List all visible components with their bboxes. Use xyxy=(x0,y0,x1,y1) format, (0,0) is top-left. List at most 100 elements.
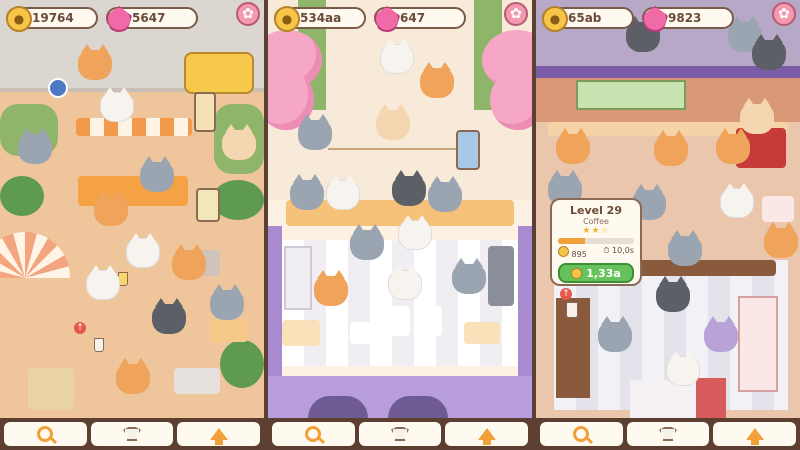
outfit-button[interactable] xyxy=(626,422,710,446)
explore-button[interactable] xyxy=(272,422,355,446)
coin-counter: ● 19764 xyxy=(6,6,98,32)
upgrade-popup: Level 29 Coffee ★★☆ 895 ⏱ 10,0s 1,33a xyxy=(550,198,642,286)
cat-customer[interactable] xyxy=(222,124,256,160)
cat-customer[interactable] xyxy=(78,44,112,80)
cat-customer[interactable] xyxy=(392,170,426,206)
hotdog-tray xyxy=(464,322,500,344)
upgrade-arrow-icon[interactable]: ↑ xyxy=(560,288,572,300)
outfit-button[interactable] xyxy=(358,422,442,446)
gem-icon xyxy=(106,6,132,32)
coin-icon: ● xyxy=(542,6,568,32)
window xyxy=(576,80,686,110)
display-case[interactable] xyxy=(738,296,778,392)
bush xyxy=(0,176,44,216)
cat-worker[interactable] xyxy=(388,265,422,300)
gem-value: 5647 xyxy=(132,11,166,25)
cat-customer[interactable] xyxy=(428,176,462,212)
cat-worker[interactable] xyxy=(152,298,186,334)
cat-customer[interactable] xyxy=(18,128,52,164)
gem-counter: 647 xyxy=(374,6,466,32)
cat-customer[interactable] xyxy=(210,284,244,320)
cat-customer[interactable] xyxy=(556,128,590,164)
upgrade-arrow-icon[interactable]: ↑ xyxy=(74,322,86,334)
cat-customer[interactable] xyxy=(376,104,410,140)
cat-worker[interactable] xyxy=(350,224,384,260)
explore-button[interactable] xyxy=(4,422,87,446)
popup-level: Level 29 xyxy=(569,204,622,217)
shirt-icon xyxy=(659,427,677,441)
cat-worker[interactable] xyxy=(598,316,632,352)
coin-value: 19764 xyxy=(32,11,74,25)
cat-worker[interactable] xyxy=(452,258,486,294)
fridge[interactable] xyxy=(284,246,312,310)
shirt-icon xyxy=(123,427,141,441)
awning-arch xyxy=(308,396,368,418)
gem-value: 9823 xyxy=(668,11,702,25)
gear-icon[interactable]: ✿ xyxy=(772,2,796,26)
cat-worker[interactable] xyxy=(668,230,702,266)
level-progress-bar xyxy=(558,238,634,244)
cat-customer[interactable] xyxy=(654,130,688,166)
rating-stars: ★★☆ xyxy=(582,226,610,236)
cat-customer[interactable] xyxy=(100,87,134,122)
upgrade-button[interactable] xyxy=(713,422,797,446)
top-hud: ● 19764 5647 xyxy=(6,6,258,32)
cat-worker[interactable] xyxy=(314,270,348,306)
upgrade-arrow-icon xyxy=(477,428,496,445)
cat-customer[interactable] xyxy=(298,114,332,150)
drink-tray xyxy=(350,322,380,344)
cat-worker[interactable] xyxy=(704,316,738,352)
cat-customer[interactable] xyxy=(716,128,750,164)
shirt-icon xyxy=(391,427,409,441)
coin-icon: ● xyxy=(274,6,300,32)
stat-earnings: 895 xyxy=(558,246,587,259)
scene-blossom-cafe: ● 534aa 647 ✿ xyxy=(268,0,532,450)
drink-cup xyxy=(94,338,104,352)
gear-icon[interactable]: ✿ xyxy=(236,2,260,26)
cat-customer[interactable] xyxy=(126,233,160,268)
register[interactable] xyxy=(696,378,726,418)
explore-button[interactable] xyxy=(540,422,623,446)
coin-counter: ● 65ab xyxy=(542,6,634,32)
cat-worker[interactable] xyxy=(94,190,128,226)
stat-earnings-value: 895 xyxy=(571,250,587,259)
gem-counter: 9823 xyxy=(642,6,734,32)
bread-crate xyxy=(28,368,74,410)
cat-customer[interactable] xyxy=(290,174,324,210)
gem-value: 647 xyxy=(400,11,426,25)
yellow-bus xyxy=(184,52,254,94)
scene-street-cafe: ↑ ● 19764 5647 ✿ xyxy=(0,0,264,450)
pizza-tray xyxy=(282,320,320,346)
stat-time: ⏱ 10,0s xyxy=(603,246,634,255)
cat-worker[interactable] xyxy=(656,276,690,312)
stool xyxy=(386,306,410,336)
cat-customer[interactable] xyxy=(420,62,454,98)
coin-value: 65ab xyxy=(568,11,602,25)
round-table xyxy=(762,196,794,222)
cat-customer[interactable] xyxy=(86,265,120,300)
cat-customer[interactable] xyxy=(380,39,414,74)
coin-value: 534aa xyxy=(300,11,342,25)
cat-customer[interactable] xyxy=(752,34,786,70)
espresso-machine[interactable] xyxy=(488,246,514,306)
cat-customer[interactable] xyxy=(116,358,150,394)
upgrade-button[interactable] xyxy=(445,422,529,446)
top-hud: ● 534aa 647 xyxy=(274,6,526,32)
cat-worker[interactable] xyxy=(666,351,700,386)
bush xyxy=(220,340,264,388)
upgrade-buy-button[interactable]: 1,33a xyxy=(558,263,634,283)
cat-worker[interactable] xyxy=(172,244,206,280)
cat-customer[interactable] xyxy=(720,183,754,218)
pedestrian-sign-icon xyxy=(48,78,68,98)
popup-item-name: Coffee xyxy=(583,217,609,226)
upgrade-cost: 1,33a xyxy=(586,266,621,280)
cat-customer[interactable] xyxy=(326,175,360,210)
outfit-button[interactable] xyxy=(90,422,174,446)
coin-icon: ● xyxy=(6,6,32,32)
cat-worker[interactable] xyxy=(398,215,432,250)
cat-customer[interactable] xyxy=(764,222,798,258)
search-icon xyxy=(573,426,590,442)
cat-worker[interactable] xyxy=(140,156,174,192)
upgrade-button[interactable] xyxy=(177,422,261,446)
gear-icon[interactable]: ✿ xyxy=(504,2,528,26)
